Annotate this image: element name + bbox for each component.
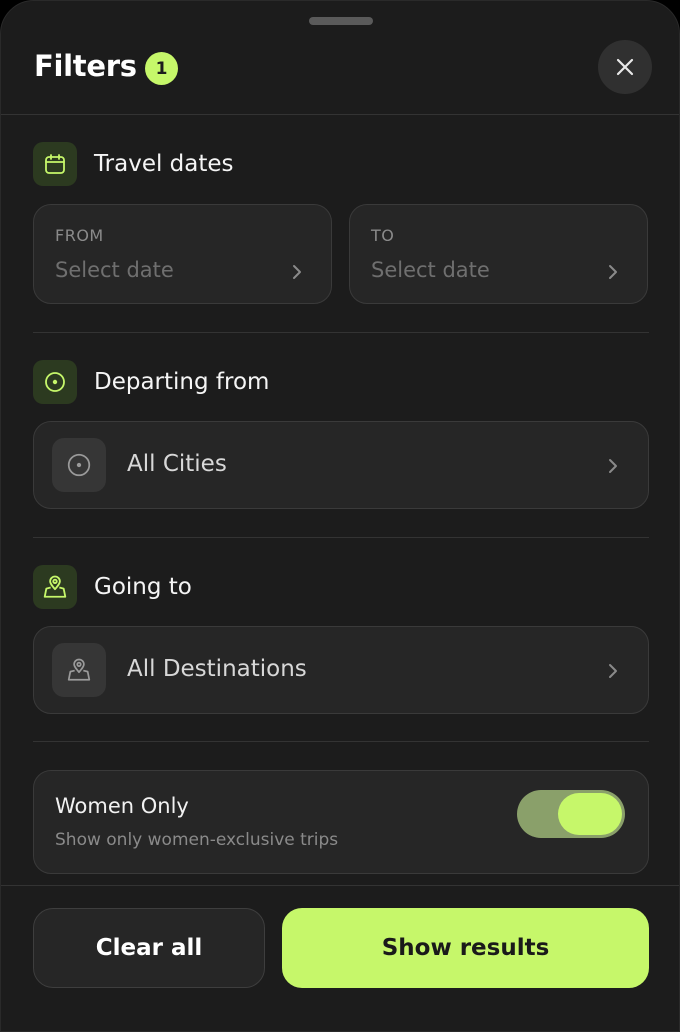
sheet-footer: Clear all Show results bbox=[1, 885, 679, 1031]
women-only-toggle[interactable] bbox=[517, 790, 625, 838]
going-to-icon-tile bbox=[33, 565, 77, 609]
to-date-field[interactable]: TO Select date bbox=[349, 204, 648, 304]
destination-value: All Destinations bbox=[127, 656, 307, 682]
chevron-right-icon bbox=[609, 265, 617, 279]
to-date-caption: TO bbox=[371, 226, 395, 245]
active-filter-count-badge: 1 bbox=[145, 52, 178, 85]
departing-select-icon-tile bbox=[52, 438, 106, 492]
chevron-right-icon bbox=[609, 459, 617, 473]
calendar-icon bbox=[45, 154, 65, 174]
travel-dates-icon-tile bbox=[33, 142, 77, 186]
departing-city-value: All Cities bbox=[127, 451, 227, 477]
departing-label: Departing from bbox=[94, 369, 270, 395]
travel-dates-heading: Travel dates bbox=[33, 142, 234, 186]
from-date-field[interactable]: FROM Select date bbox=[33, 204, 332, 304]
destination-select-icon-tile bbox=[52, 643, 106, 697]
departing-heading: Departing from bbox=[33, 360, 269, 404]
filters-sheet: Filters 1 Travel dates FROM Select date … bbox=[0, 0, 680, 1032]
going-to-label: Going to bbox=[94, 574, 192, 600]
sheet-title: Filters bbox=[34, 49, 137, 83]
departing-city-select[interactable]: All Cities bbox=[33, 421, 649, 509]
to-date-placeholder: Select date bbox=[371, 258, 490, 282]
departing-icon-tile bbox=[33, 360, 77, 404]
travel-dates-label: Travel dates bbox=[94, 151, 234, 177]
close-button[interactable] bbox=[598, 40, 652, 94]
clear-all-button[interactable]: Clear all bbox=[33, 908, 265, 988]
chevron-right-icon bbox=[293, 265, 301, 279]
location-target-icon bbox=[45, 372, 65, 392]
drag-handle[interactable] bbox=[309, 17, 373, 25]
women-only-title: Women Only bbox=[55, 794, 189, 818]
chevron-right-icon bbox=[609, 664, 617, 678]
from-date-caption: FROM bbox=[55, 226, 104, 245]
show-results-button[interactable]: Show results bbox=[282, 908, 649, 988]
from-date-placeholder: Select date bbox=[55, 258, 174, 282]
women-only-subtitle: Show only women-exclusive trips bbox=[55, 830, 339, 850]
destination-select[interactable]: All Destinations bbox=[33, 626, 649, 714]
going-to-heading: Going to bbox=[33, 565, 192, 609]
divider bbox=[33, 332, 649, 333]
map-pin-icon bbox=[43, 575, 67, 598]
toggle-knob bbox=[558, 793, 622, 835]
location-target-icon bbox=[67, 453, 91, 477]
divider bbox=[33, 537, 649, 538]
divider bbox=[33, 741, 649, 742]
map-pin-icon bbox=[67, 658, 91, 681]
sheet-header: Filters 1 bbox=[1, 31, 679, 115]
women-only-card: Women Only Show only women-exclusive tri… bbox=[33, 770, 649, 874]
close-icon bbox=[616, 58, 634, 76]
